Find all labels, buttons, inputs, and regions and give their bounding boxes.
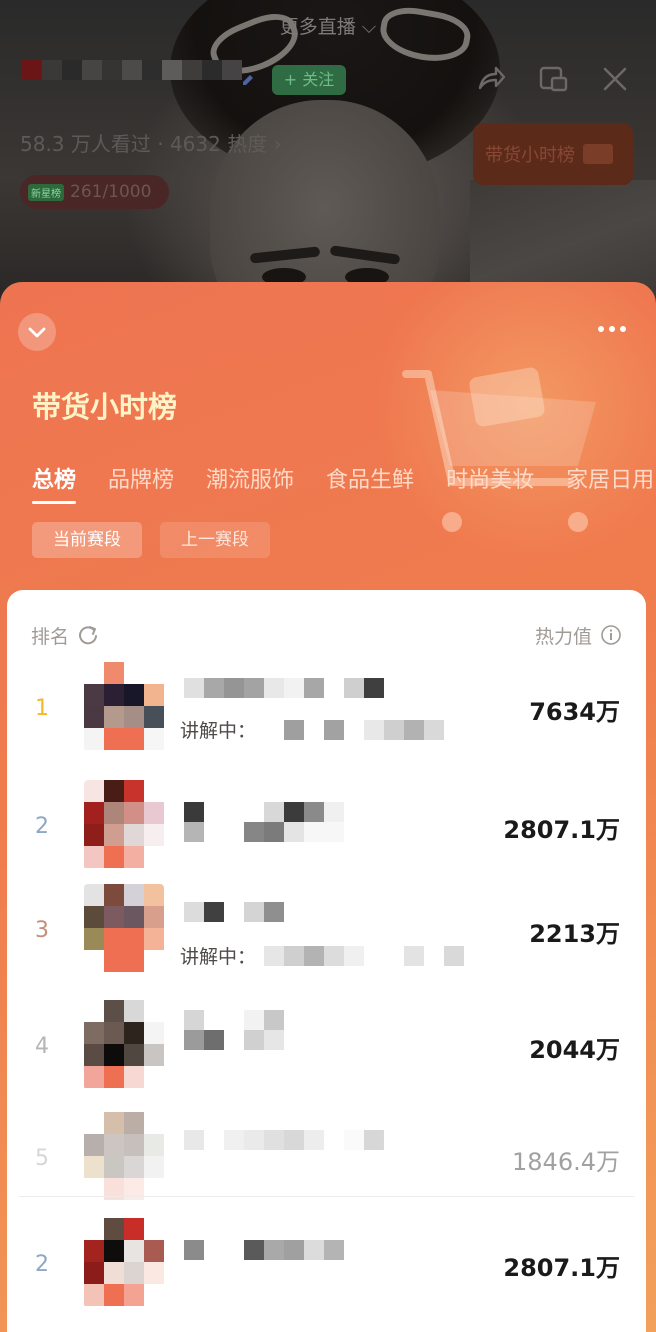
product-name-mosaic — [184, 902, 284, 922]
rank-number: 3 — [35, 918, 49, 943]
divider — [19, 1196, 634, 1197]
collapse-button[interactable] — [18, 313, 56, 351]
tab-home[interactable]: 家居日用 — [566, 462, 654, 504]
rank-number: 5 — [35, 1146, 49, 1171]
edit-icon[interactable] — [240, 72, 256, 88]
product-thumbnail — [84, 780, 164, 870]
cart-icon — [583, 144, 613, 164]
refresh-icon[interactable] — [77, 624, 99, 646]
streamer-name-mosaic — [22, 60, 242, 80]
product-thumbnail — [84, 1218, 164, 1308]
board-title: 带货小时榜 — [32, 390, 178, 424]
product-thumbnail — [84, 884, 164, 974]
explaining-status: 讲解中： — [180, 942, 465, 969]
follow-button[interactable]: + 关注 — [272, 65, 346, 95]
more-options-button[interactable] — [598, 326, 626, 332]
heat-column-label: 热力值 — [534, 625, 592, 648]
explaining-label: 讲解中： — [180, 946, 257, 968]
product-name-mosaic — [184, 802, 344, 822]
rank-pill-text: 261/1000 — [70, 182, 152, 202]
rank-progress-pill[interactable]: 新星榜 261/1000 — [20, 175, 170, 209]
list-item[interactable]: 3 讲解中： 2213万 — [7, 884, 646, 984]
heat-value: 2044万 — [529, 1036, 620, 1064]
product-thumbnail — [84, 1112, 164, 1202]
hot-badge-label: 带货小时榜 — [485, 145, 575, 166]
viewer-stats[interactable]: 58.3 万人看过 · 4632 热度 › — [20, 128, 282, 157]
product-subtitle-mosaic — [184, 1030, 284, 1050]
shopping-cart-illustration — [402, 367, 596, 532]
rank-number: 2 — [35, 1252, 49, 1277]
list-item-current-streamer[interactable]: 2 2807.1万 — [7, 1218, 646, 1318]
rank-pill-tag: 新星榜 — [28, 183, 64, 201]
heat-value: 1846.4万 — [512, 1148, 620, 1176]
rank-number: 1 — [35, 696, 49, 721]
tab-fashion[interactable]: 潮流服饰 — [206, 462, 294, 504]
tab-brand[interactable]: 品牌榜 — [108, 462, 174, 504]
explaining-status: 讲解中： — [180, 716, 445, 743]
explaining-label: 讲解中： — [180, 720, 257, 742]
current-segment-button[interactable]: 当前赛段 — [32, 522, 142, 558]
heat-value: 2213万 — [529, 920, 620, 948]
rank-number: 2 — [35, 814, 49, 839]
ranking-list: 排名 热力值 1 讲解中： 7634万 2 2807.1万 3 讲解中： 221… — [7, 590, 646, 1332]
product-thumbnail — [84, 1000, 164, 1090]
product-name-mosaic — [184, 1130, 384, 1150]
more-live-link[interactable]: 更多直播 ⌵ — [0, 12, 656, 39]
list-item[interactable]: 5 1846.4万 — [7, 1112, 646, 1212]
list-item[interactable]: 2 2807.1万 — [7, 780, 646, 880]
product-subtitle-mosaic — [184, 822, 344, 842]
heat-value: 7634万 — [529, 698, 620, 726]
close-icon[interactable] — [598, 62, 632, 96]
heat-value: 2807.1万 — [503, 1254, 620, 1282]
list-item[interactable]: 4 2044万 — [7, 1000, 646, 1100]
tab-beauty[interactable]: 时尚美妆 — [446, 462, 534, 504]
tab-food[interactable]: 食品生鲜 — [326, 462, 414, 504]
mini-window-icon[interactable] — [536, 62, 570, 96]
list-header: 排名 热力值 — [31, 620, 622, 650]
rank-column-label: 排名 — [31, 625, 70, 648]
product-name-mosaic — [184, 1240, 344, 1260]
product-thumbnail — [84, 662, 164, 752]
product-name-mosaic — [184, 1010, 284, 1030]
info-icon[interactable] — [600, 624, 622, 646]
previous-segment-button[interactable]: 上一赛段 — [160, 522, 270, 558]
product-name-mosaic — [184, 678, 384, 698]
hourly-board-sheet: 带货小时榜 总榜 品牌榜 潮流服饰 食品生鲜 时尚美妆 家居日用 当前赛段 上一… — [0, 282, 656, 1332]
category-tabs: 总榜 品牌榜 潮流服饰 食品生鲜 时尚美妆 家居日用 — [32, 462, 654, 504]
list-item[interactable]: 1 讲解中： 7634万 — [7, 662, 646, 762]
hot-list-badge[interactable]: 带货小时榜 — [473, 123, 633, 185]
heat-value: 2807.1万 — [503, 816, 620, 844]
share-icon[interactable] — [474, 62, 508, 96]
segment-switch: 当前赛段 上一赛段 — [32, 522, 270, 558]
rank-number: 4 — [35, 1034, 49, 1059]
tab-all[interactable]: 总榜 — [32, 462, 77, 504]
